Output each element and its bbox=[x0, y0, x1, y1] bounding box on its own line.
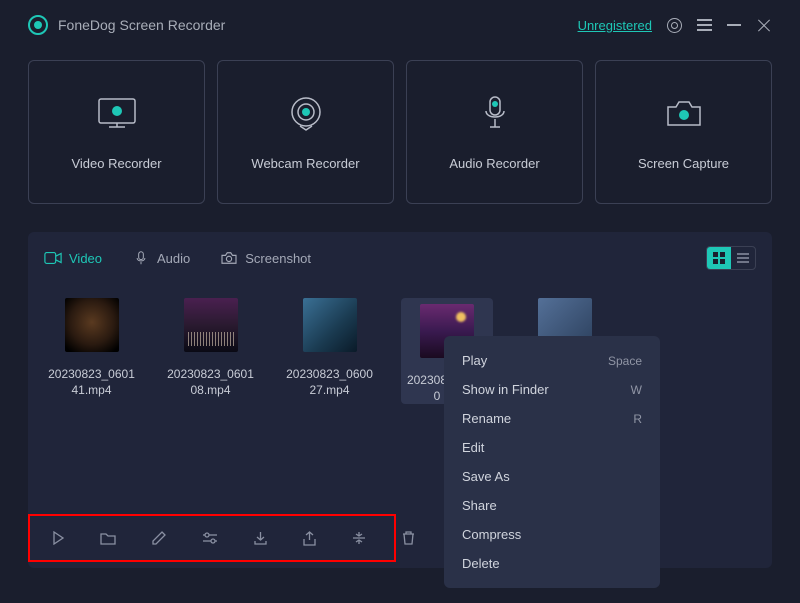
cm-rename[interactable]: RenameR bbox=[444, 404, 660, 433]
thumbnail bbox=[65, 298, 119, 352]
settings-icon[interactable] bbox=[666, 17, 682, 33]
tab-label: Screenshot bbox=[245, 251, 311, 266]
delete-button[interactable] bbox=[402, 531, 415, 545]
compress-button[interactable] bbox=[352, 531, 366, 545]
list-view-button[interactable] bbox=[731, 247, 755, 269]
cm-delete[interactable]: Delete bbox=[444, 549, 660, 578]
view-toggle bbox=[706, 246, 756, 270]
media-item[interactable]: 20230823_060108.mp4 bbox=[163, 298, 258, 398]
card-label: Audio Recorder bbox=[449, 156, 539, 171]
monitor-icon bbox=[97, 94, 137, 134]
card-label: Video Recorder bbox=[71, 156, 161, 171]
cm-compress[interactable]: Compress bbox=[444, 520, 660, 549]
play-button[interactable] bbox=[52, 531, 64, 545]
recordings-panel: Video Audio Screenshot 2 bbox=[28, 232, 772, 568]
tab-screenshot[interactable]: Screenshot bbox=[220, 251, 311, 266]
save-button[interactable] bbox=[254, 531, 267, 545]
cm-edit[interactable]: Edit bbox=[444, 433, 660, 462]
media-item[interactable]: 20230823_060141.mp4 bbox=[44, 298, 139, 398]
webcam-icon bbox=[288, 94, 324, 134]
webcam-recorder-card[interactable]: Webcam Recorder bbox=[217, 60, 394, 204]
audio-recorder-card[interactable]: Audio Recorder bbox=[406, 60, 583, 204]
card-label: Screen Capture bbox=[638, 156, 729, 171]
cm-play[interactable]: PlaySpace bbox=[444, 346, 660, 375]
screen-capture-card[interactable]: Screen Capture bbox=[595, 60, 772, 204]
menu-icon[interactable] bbox=[696, 17, 712, 33]
tab-label: Video bbox=[69, 251, 102, 266]
action-toolbar bbox=[28, 514, 396, 562]
tab-video[interactable]: Video bbox=[44, 251, 102, 266]
filename: 20230823_060108.mp4 bbox=[163, 366, 258, 398]
cm-share[interactable]: Share bbox=[444, 491, 660, 520]
thumbnail bbox=[184, 298, 238, 352]
context-menu: PlaySpace Show in FinderW RenameR Edit S… bbox=[444, 336, 660, 588]
minimize-icon[interactable] bbox=[726, 17, 742, 33]
filename: 20230823_060027.mp4 bbox=[282, 366, 377, 398]
tab-label: Audio bbox=[157, 251, 190, 266]
tab-audio[interactable]: Audio bbox=[132, 251, 190, 266]
close-icon[interactable] bbox=[756, 17, 772, 33]
card-label: Webcam Recorder bbox=[251, 156, 359, 171]
app-title: FoneDog Screen Recorder bbox=[58, 17, 225, 33]
edit-button[interactable] bbox=[152, 531, 166, 545]
grid-view-button[interactable] bbox=[707, 247, 731, 269]
app-window: FoneDog Screen Recorder Unregistered Vid… bbox=[0, 0, 800, 603]
media-tabs: Video Audio Screenshot bbox=[44, 246, 756, 270]
video-recorder-card[interactable]: Video Recorder bbox=[28, 60, 205, 204]
thumbnail bbox=[303, 298, 357, 352]
cm-show-in-finder[interactable]: Show in FinderW bbox=[444, 375, 660, 404]
titlebar: FoneDog Screen Recorder Unregistered bbox=[0, 0, 800, 44]
camera-icon bbox=[664, 94, 704, 134]
cm-save-as[interactable]: Save As bbox=[444, 462, 660, 491]
media-item[interactable]: 20230823_060027.mp4 bbox=[282, 298, 377, 398]
settings-button[interactable] bbox=[202, 532, 218, 544]
microphone-icon bbox=[483, 94, 507, 134]
folder-button[interactable] bbox=[100, 532, 116, 545]
app-logo-icon bbox=[28, 15, 48, 35]
unregistered-link[interactable]: Unregistered bbox=[578, 18, 652, 33]
mode-cards: Video Recorder Webcam Recorder bbox=[0, 44, 800, 212]
filename: 20230823_060141.mp4 bbox=[44, 366, 139, 398]
share-button[interactable] bbox=[303, 531, 316, 546]
